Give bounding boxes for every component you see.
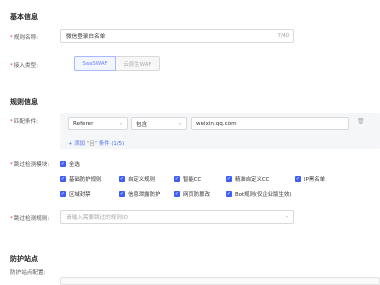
checkbox-checked-icon: ✓ bbox=[119, 191, 125, 197]
rule-name-label: *规则名称: bbox=[10, 35, 39, 41]
checkbox-checked-icon: ✓ bbox=[226, 191, 232, 197]
protect-config-label: 防护站点配置: bbox=[10, 270, 46, 276]
checkbox-checked-icon: ✓ bbox=[295, 176, 301, 182]
checkbox-checked-icon: ✓ bbox=[226, 176, 232, 182]
module-label: 网页防篡改 bbox=[183, 192, 210, 198]
module-checkbox-custom[interactable]: ✓ 自定义规则 bbox=[119, 175, 155, 183]
module-checkbox-ip-blacklist[interactable]: ✓ IP黑名单 bbox=[295, 175, 325, 183]
chevron-down-icon: ⌄ bbox=[284, 213, 289, 220]
access-type-saaswaf[interactable]: SaaSWAF bbox=[74, 56, 116, 71]
skip-modules-label: *跳过检测模块: bbox=[10, 162, 50, 168]
module-checkbox-anti-tamper[interactable]: ✓ 网页防篡改 bbox=[174, 190, 210, 198]
rule-name-input[interactable]: 微信登录白名单 7/40 bbox=[60, 29, 294, 43]
operator-select-value: 包含 bbox=[136, 121, 148, 128]
add-condition-link[interactable]: + 添加 "且" 条件 (1/5) bbox=[68, 139, 124, 147]
delete-condition-icon[interactable]: 🗑 bbox=[357, 118, 365, 125]
chevron-down-icon: ⌄ bbox=[118, 120, 123, 127]
checkbox-checked-icon: ✓ bbox=[60, 191, 66, 197]
checkbox-checked-icon: ✓ bbox=[174, 191, 180, 197]
field-select-value: Referer bbox=[73, 120, 94, 127]
match-condition-label: *匹配条件: bbox=[10, 119, 39, 125]
operator-select[interactable]: 包含 ⌄ bbox=[131, 117, 187, 130]
checkbox-checked-icon: ✓ bbox=[174, 176, 180, 182]
section-title-protect: 防护站点 bbox=[10, 255, 38, 263]
select-all-label: 全选 bbox=[69, 162, 80, 168]
module-label: 信息泄露防护 bbox=[128, 192, 161, 198]
skip-rules-placeholder: 请输入需要跳过的规则ID bbox=[66, 215, 128, 221]
section-title-rule: 规则信息 bbox=[10, 98, 38, 106]
section-title-basic: 基本信息 bbox=[10, 13, 38, 21]
module-label: 区域封禁 bbox=[69, 192, 91, 198]
module-label: Bot规则(仅企业版生效) bbox=[235, 192, 292, 198]
condition-value-input[interactable]: weixin.qq.com bbox=[191, 117, 349, 130]
checkbox-checked-icon: ✓ bbox=[119, 176, 125, 182]
module-label: 精准自定义CC bbox=[235, 177, 270, 183]
checkbox-checked-icon: ✓ bbox=[60, 176, 66, 182]
module-checkbox-precise-cc[interactable]: ✓ 精准自定义CC bbox=[226, 175, 269, 183]
module-label: 基础防护规则 bbox=[69, 177, 102, 183]
module-checkbox-bot[interactable]: ✓ Bot规则(仅企业版生效) bbox=[226, 190, 291, 198]
access-type-cloud-native-waf[interactable]: 云原生WAF bbox=[116, 56, 160, 71]
skip-rules-select[interactable]: 请输入需要跳过的规则ID ⌄ bbox=[60, 210, 294, 224]
module-label: IP黑名单 bbox=[304, 177, 326, 183]
module-checkbox-basic[interactable]: ✓ 基础防护规则 bbox=[60, 175, 101, 183]
rule-name-counter: 7/40 bbox=[277, 33, 289, 39]
protect-config-panel bbox=[60, 277, 380, 285]
module-label: 智能CC bbox=[183, 177, 202, 183]
rule-name-value: 微信登录白名单 bbox=[66, 34, 106, 40]
checkbox-checked-icon: ✓ bbox=[60, 161, 66, 167]
condition-value: weixin.qq.com bbox=[196, 120, 237, 127]
access-type-label: *接入类型: bbox=[10, 63, 39, 69]
module-checkbox-info-leak[interactable]: ✓ 信息泄露防护 bbox=[119, 190, 160, 198]
module-checkbox-region-block[interactable]: ✓ 区域封禁 bbox=[60, 190, 91, 198]
module-label: 自定义规则 bbox=[128, 177, 155, 183]
skip-rules-label: *跳过检测规则: bbox=[10, 216, 50, 222]
select-all-checkbox[interactable]: ✓ 全选 bbox=[60, 160, 80, 168]
field-select[interactable]: Referer ⌄ bbox=[68, 117, 128, 130]
chevron-down-icon: ⌄ bbox=[177, 120, 182, 127]
module-checkbox-smart-cc[interactable]: ✓ 智能CC bbox=[174, 175, 201, 183]
